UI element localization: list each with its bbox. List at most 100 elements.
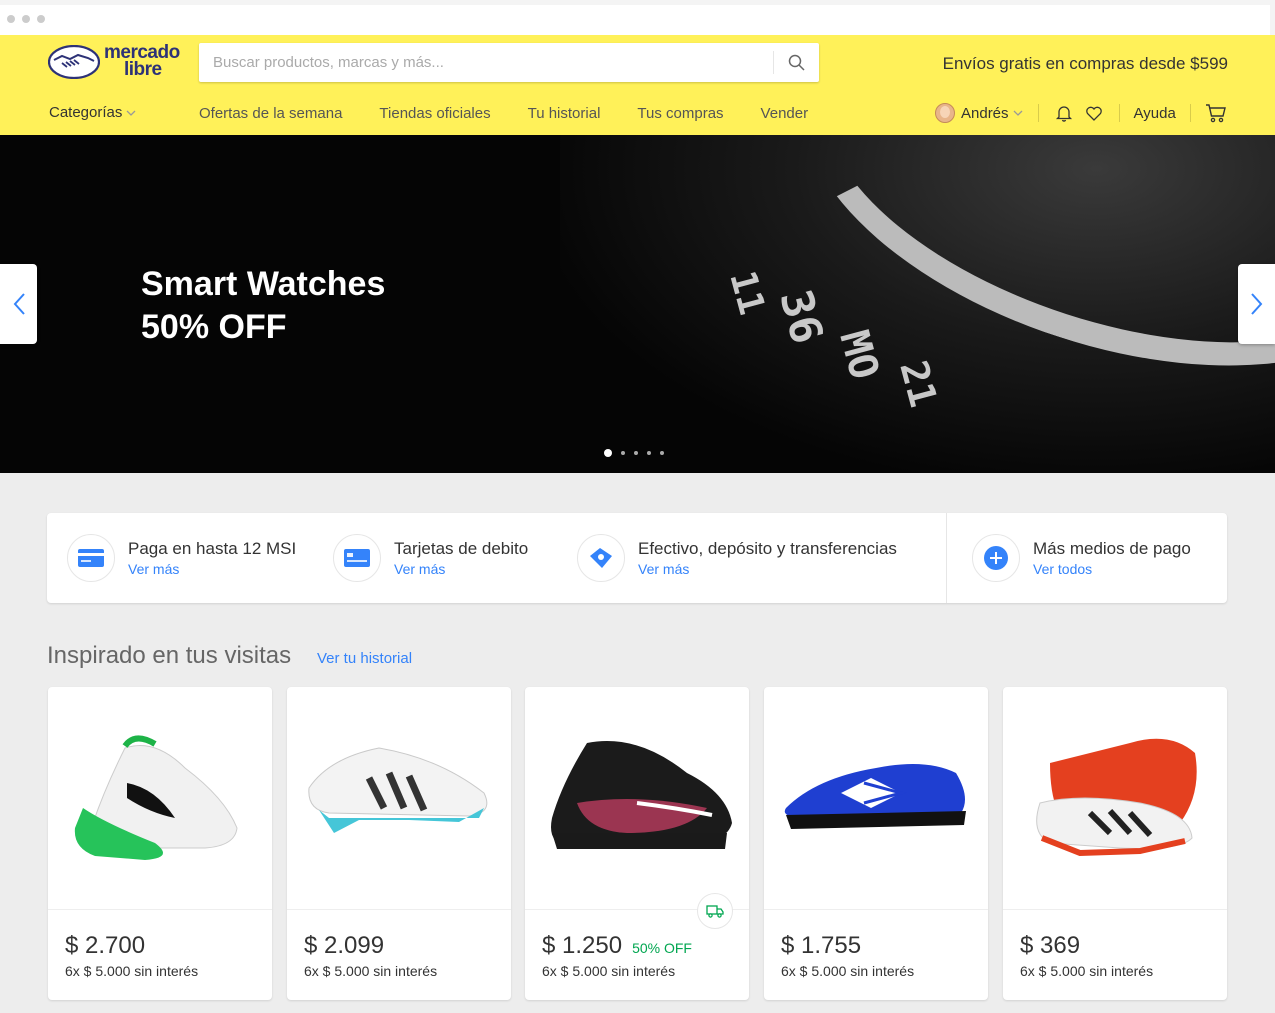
nav-official-stores[interactable]: Tiendas oficiales [379, 105, 490, 122]
hero-title-line1: Smart Watches [141, 265, 386, 303]
price-value: $ 1.755 [781, 932, 862, 959]
bell-icon [1055, 106, 1072, 122]
product-card[interactable]: $ 2.099 6x $ 5.000 sin interés [287, 687, 511, 1000]
payment-link[interactable]: Ver todos [1033, 560, 1191, 578]
chevron-down-icon [1013, 110, 1022, 116]
truck-icon [706, 904, 724, 918]
pager-dot-2[interactable] [621, 451, 625, 455]
product-card[interactable]: $ 1.250 50% OFF 6x $ 5.000 sin interés [525, 687, 749, 1000]
product-price: $ 2.099 [304, 932, 394, 960]
pager-dot-5[interactable] [660, 451, 664, 455]
carousel-prev-button[interactable] [0, 264, 37, 344]
site-header: mercado libre Envíos gratis en compras d… [0, 35, 1275, 135]
chevron-right-icon [1250, 293, 1262, 315]
carousel-pager [604, 449, 664, 457]
search-button[interactable] [774, 43, 819, 82]
hero-banner[interactable]: 11 36 MO 21 Smart Watches 50% OFF [0, 135, 1275, 473]
payment-debit[interactable]: Tarjetas de debito Ver más [333, 534, 528, 582]
payment-title: Paga en hasta 12 MSI [128, 539, 297, 558]
nav-purchases[interactable]: Tus compras [637, 105, 723, 122]
pager-dot-4[interactable] [647, 451, 651, 455]
blue-turf-shoe-image [784, 764, 966, 829]
carousel-next-button[interactable] [1238, 264, 1275, 344]
nav-sell[interactable]: Vender [761, 105, 809, 122]
free-shipping-badge [697, 893, 733, 929]
white-soccer-cleat-image [308, 747, 488, 833]
browser-chrome [0, 0, 1275, 35]
categories-menu[interactable]: Categorías [49, 104, 137, 121]
payment-methods-panel: Paga en hasta 12 MSI Ver más Tarjetas de… [47, 513, 1227, 603]
pager-dot-3[interactable] [634, 451, 638, 455]
price-value: $ 2.700 [65, 932, 146, 959]
product-card[interactable]: $ 1.755 6x $ 5.000 sin interés [764, 687, 988, 1000]
window-dot[interactable] [7, 15, 15, 23]
svg-text:36: 36 [769, 285, 832, 349]
search-box [199, 43, 819, 82]
payment-text: Más medios de pago Ver todos [1033, 538, 1191, 578]
search-input[interactable] [199, 43, 773, 82]
main-nav: Ofertas de la semana Tiendas oficiales T… [199, 105, 845, 122]
payment-msi[interactable]: Paga en hasta 12 MSI Ver más [67, 534, 296, 582]
payment-link[interactable]: Ver más [128, 560, 296, 578]
browser-bar [0, 5, 1270, 35]
svg-text:11: 11 [721, 267, 772, 319]
chevron-left-icon [13, 293, 25, 315]
handshake-icon [48, 45, 100, 79]
window-dot[interactable] [22, 15, 30, 23]
product-card[interactable]: $ 369 6x $ 5.000 sin interés [1003, 687, 1227, 1000]
payment-text: Paga en hasta 12 MSI Ver más [128, 538, 296, 578]
user-name: Andrés [961, 104, 1009, 122]
categories-label: Categorías [49, 104, 123, 121]
product-image [764, 687, 988, 910]
pager-dot-1[interactable] [604, 449, 612, 457]
window-dot[interactable] [37, 15, 45, 23]
favorites-button[interactable] [1083, 102, 1105, 124]
payment-divider [946, 513, 947, 603]
divider [1118, 104, 1120, 122]
price-value: $ 1.250 [542, 932, 623, 959]
payment-icon-wrap [577, 534, 625, 582]
payment-icon-wrap [972, 534, 1020, 582]
payment-more[interactable]: Más medios de pago Ver todos [972, 534, 1191, 582]
payment-icon-wrap [333, 534, 381, 582]
price-value: $ 2.099 [304, 932, 385, 959]
divider [1037, 104, 1039, 122]
nav-offers[interactable]: Ofertas de la semana [199, 105, 342, 122]
payment-title: Efectivo, depósito y transferencias [638, 539, 897, 558]
search-icon [788, 54, 805, 71]
chevron-down-icon [126, 110, 136, 116]
installments: 6x $ 5.000 sin interés [1020, 963, 1154, 979]
credit-card-icon [78, 549, 104, 567]
cash-icon [590, 548, 612, 568]
installments: 6x $ 5.000 sin interés [542, 963, 676, 979]
avatar[interactable] [935, 103, 955, 123]
cart-button[interactable] [1205, 102, 1227, 124]
notifications-button[interactable] [1053, 102, 1075, 124]
debit-card-icon [344, 549, 370, 567]
free-shipping-promo[interactable]: Envíos gratis en compras desde $599 [943, 54, 1228, 74]
product-image [525, 687, 749, 910]
product-image [287, 687, 511, 910]
product-price: $ 369 [1020, 932, 1090, 960]
help-link[interactable]: Ayuda [1134, 105, 1176, 122]
window-controls[interactable] [7, 15, 45, 23]
user-menu[interactable]: Andrés [961, 105, 1024, 122]
payment-link[interactable]: Ver más [638, 560, 897, 578]
product-price: $ 2.700 [65, 932, 155, 960]
mercadolibre-logo[interactable]: mercado libre [48, 43, 188, 83]
cart-icon [1205, 104, 1226, 123]
svg-text:MO: MO [830, 326, 887, 384]
payment-cash[interactable]: Efectivo, depósito y transferencias Ver … [577, 534, 897, 582]
nav-history[interactable]: Tu historial [528, 105, 601, 122]
hero-title: Smart Watches 50% OFF [141, 263, 385, 349]
red-white-cleat-image [1036, 738, 1197, 857]
installments: 6x $ 5.000 sin interés [65, 963, 199, 979]
view-history-link[interactable]: Ver tu historial [317, 650, 412, 667]
watch-dial-graphic: 11 36 MO 21 [721, 267, 945, 412]
product-card[interactable]: $ 2.700 6x $ 5.000 sin interés [48, 687, 272, 1000]
dark-turf-shoe-image [551, 741, 732, 849]
installments: 6x $ 5.000 sin interés [304, 963, 438, 979]
installments: 6x $ 5.000 sin interés [781, 963, 915, 979]
payment-link[interactable]: Ver más [394, 560, 528, 578]
hero-title-line2: 50% OFF [141, 308, 287, 346]
